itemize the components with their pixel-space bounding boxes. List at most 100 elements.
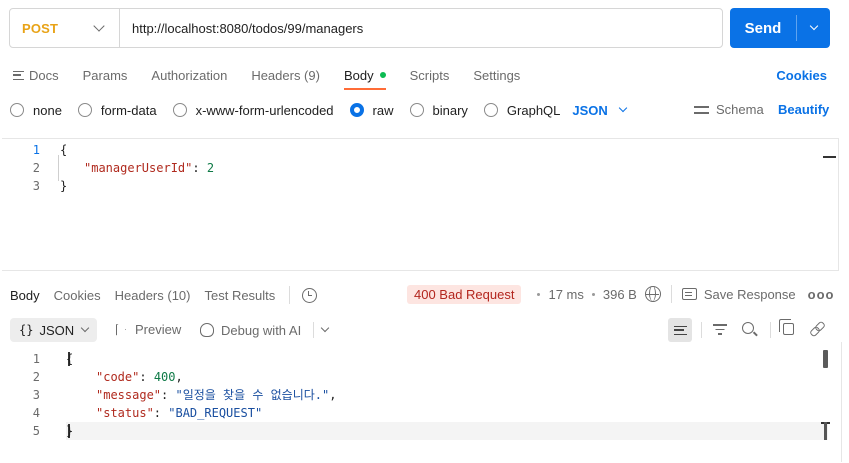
chevron-down-icon[interactable] <box>320 323 330 333</box>
scrollbar-thumb[interactable] <box>823 350 828 368</box>
tab-label: Params <box>82 67 128 83</box>
modified-dot-icon <box>379 72 386 78</box>
tab-docs[interactable]: Docs <box>13 68 59 83</box>
line-number: 1 <box>32 352 40 366</box>
body-type-selector: none form-data x-www-form-urlencoded raw… <box>10 100 628 120</box>
request-body-editor[interactable]: 1 { 2 "managerUserId": 2 3 } <box>2 138 839 271</box>
radio-icon <box>10 103 24 117</box>
url-input[interactable] <box>120 9 722 47</box>
save-response-button[interactable]: Save Response <box>704 287 796 302</box>
tab-scripts[interactable]: Scripts <box>410 68 450 83</box>
chevron-down-icon <box>80 323 90 333</box>
tab-label: Docs <box>29 67 59 83</box>
radio-icon <box>77 103 92 117</box>
response-size[interactable]: 396 B <box>603 287 637 302</box>
tab-authorization[interactable]: Authorization <box>151 68 227 83</box>
docs-icon <box>13 70 24 80</box>
code-text: "message": "일정을 찾을 수 없습니다.", <box>40 386 336 404</box>
radio-icon <box>483 103 498 117</box>
json-separator: : <box>192 161 207 175</box>
response-meta: 400 Bad Request 17 ms 396 B Save Respons… <box>407 284 834 304</box>
code-text: "managerUserId": 2 <box>40 159 214 177</box>
response-toolbar: {} JSON Preview Debug with AI <box>10 318 830 342</box>
code-line: 1 { <box>2 350 73 368</box>
radio-selected-icon <box>349 103 364 117</box>
tab-params[interactable]: Params <box>83 68 128 83</box>
debug-with-ai-button[interactable]: Debug with AI <box>200 322 330 338</box>
line-number: 3 <box>32 179 40 193</box>
filter-icon[interactable] <box>713 324 727 335</box>
tab-settings[interactable]: Settings <box>473 68 520 83</box>
line-number: 2 <box>32 161 40 175</box>
send-button[interactable]: Send <box>730 8 830 48</box>
response-time[interactable]: 17 ms <box>548 287 583 302</box>
schema-button[interactable]: Schema <box>694 102 764 117</box>
radio-label: GraphQL <box>506 102 561 118</box>
schema-icon <box>694 104 709 115</box>
code-text: "status": "BAD_REQUEST" <box>40 404 262 422</box>
radio-none[interactable]: none <box>10 103 62 118</box>
send-options-button[interactable] <box>797 21 830 31</box>
link-icon[interactable] <box>810 321 824 335</box>
json-key: "managerUserId" <box>84 161 193 175</box>
res-tab-headers[interactable]: Headers (10) <box>115 288 191 303</box>
line-number: 2 <box>32 370 40 384</box>
method-select[interactable]: POST <box>10 9 120 47</box>
radio-binary[interactable]: binary <box>409 102 468 118</box>
panel-border <box>841 342 842 462</box>
dot-separator <box>537 292 541 296</box>
active-line-highlight <box>66 422 828 440</box>
line-number: 1 <box>32 143 40 157</box>
braces-icon: {} <box>19 323 34 337</box>
radio-label: binary <box>432 102 468 118</box>
json-separator: , <box>329 388 337 402</box>
wrap-lines-button[interactable] <box>668 318 692 342</box>
code-line: 4 "status": "BAD_REQUEST" <box>2 404 262 422</box>
tab-body[interactable]: Body <box>343 67 386 90</box>
cookies-link[interactable]: Cookies <box>776 68 827 83</box>
chevron-down-icon <box>93 20 105 32</box>
divider <box>670 285 672 303</box>
response-body-viewer[interactable]: 1 { 2 "code": 400, 3 "message": "일정을 찾을 … <box>2 342 842 462</box>
dot-separator <box>591 292 595 296</box>
radio-graphql[interactable]: GraphQL <box>483 102 561 118</box>
res-tab-cookies[interactable]: Cookies <box>54 288 101 303</box>
format-select[interactable]: {} JSON <box>10 318 97 342</box>
copy-icon[interactable] <box>779 319 794 335</box>
wrap-icon <box>673 325 687 335</box>
bug-icon <box>200 323 214 337</box>
tab-headers[interactable]: Headers (9) <box>251 68 320 83</box>
more-options-icon[interactable]: ooo <box>808 287 835 302</box>
code-text: "code": 400, <box>40 368 183 386</box>
chevron-down-icon <box>809 21 818 31</box>
response-tabs: Body Cookies Headers (10) Test Results <box>10 285 318 305</box>
save-response-icon <box>681 288 697 300</box>
status-badge[interactable]: 400 Bad Request <box>407 284 522 304</box>
code-line: 1 { <box>2 141 67 159</box>
res-tab-test-results[interactable]: Test Results <box>204 288 275 303</box>
res-tab-body[interactable]: Body <box>10 288 40 303</box>
radio-urlencoded[interactable]: x-www-form-urlencoded <box>172 102 334 118</box>
radio-form-data[interactable]: form-data <box>77 103 157 118</box>
language-select[interactable]: JSON <box>572 103 628 118</box>
code-line: 2 "code": 400, <box>2 368 183 386</box>
json-separator: : <box>153 406 169 420</box>
line-number: 5 <box>32 424 40 438</box>
tab-label: Body <box>343 67 374 83</box>
search-icon[interactable] <box>742 322 754 334</box>
preview-label: Preview <box>135 322 182 337</box>
tab-label: Headers (9) <box>251 67 320 83</box>
json-separator: , <box>175 370 183 384</box>
line-number: 3 <box>32 388 40 402</box>
radio-label: x-www-form-urlencoded <box>195 102 334 118</box>
globe-icon[interactable] <box>644 286 661 302</box>
beautify-button[interactable]: Beautify <box>778 102 829 117</box>
json-value: "일정을 찾을 수 없습니다." <box>175 388 330 402</box>
code-line: 3 "message": "일정을 찾을 수 없습니다.", <box>2 386 337 404</box>
code-line: 3 } <box>2 177 67 195</box>
history-icon[interactable] <box>302 287 318 303</box>
preview-button[interactable]: Preview <box>116 322 181 337</box>
divider <box>289 286 291 304</box>
json-key: "message" <box>96 388 162 402</box>
radio-raw[interactable]: raw <box>349 103 394 118</box>
